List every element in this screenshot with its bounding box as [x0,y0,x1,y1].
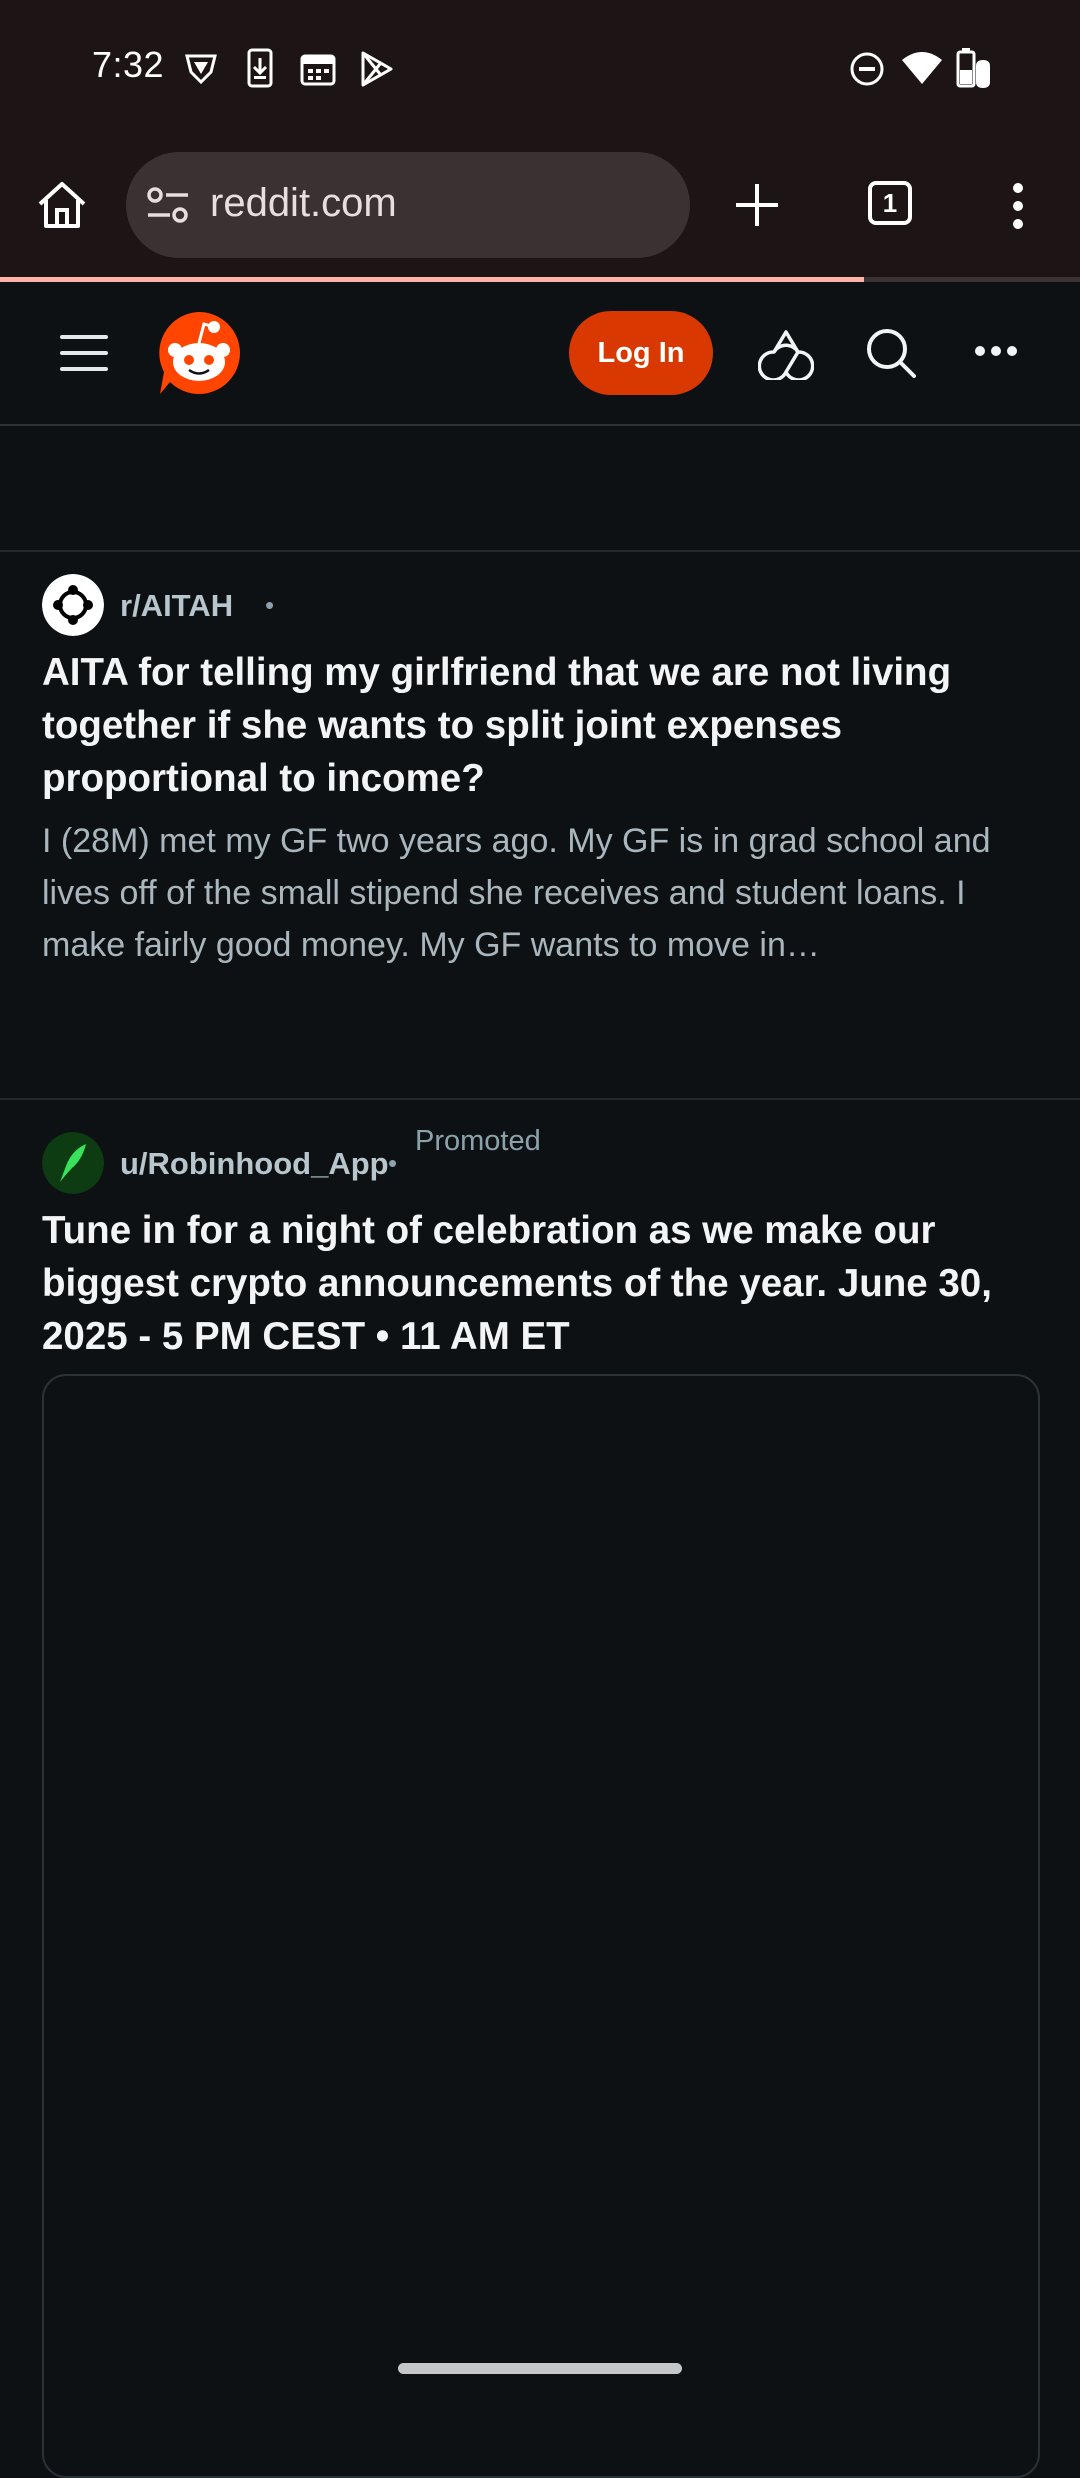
home-icon[interactable] [36,180,88,230]
search-icon[interactable] [864,326,918,380]
status-time: 7:32 [92,44,165,85]
login-button[interactable]: Log In [569,311,713,395]
gesture-home-indicator[interactable] [398,2363,682,2374]
tab-count: 1 [882,187,898,218]
tab-switcher-button[interactable]: 1 [868,181,912,225]
overflow-menu-icon[interactable] [974,344,1018,358]
promoted-badge: Promoted [415,1125,541,1157]
url-text[interactable]: reddit.com [210,181,397,226]
post-snippet[interactable]: I (28M) met my GF two years ago. My GF i… [42,815,1042,971]
hamburger-menu-icon[interactable] [60,333,108,373]
community-name[interactable]: r/AITAH [120,588,233,624]
robinhood-avatar-icon[interactable] [42,1132,104,1194]
new-tab-icon[interactable] [734,182,780,228]
advertiser-name[interactable]: u/Robinhood_App [120,1146,389,1182]
post-title[interactable]: Tune in for a night of celebration as we… [42,1204,1042,1363]
wifi-icon [902,52,942,84]
site-settings-icon[interactable] [146,186,190,224]
subreddit-avatar-icon[interactable] [42,574,104,636]
meta-separator: • [388,1148,398,1178]
phone-download-icon [247,48,273,88]
calendar-icon [300,54,336,86]
battery-icon [956,48,990,88]
play-store-icon [361,51,393,87]
get-app-icon[interactable] [758,328,814,380]
post-title[interactable]: AITA for telling my girlfriend that we a… [42,646,1042,805]
ad-media-container[interactable] [42,1374,1040,2478]
reddit-logo-icon[interactable] [156,310,242,396]
do-not-disturb-icon [850,52,884,86]
more-options-icon[interactable] [1008,182,1028,230]
vpn-shield-icon [185,54,217,85]
meta-separator: • [265,590,275,620]
